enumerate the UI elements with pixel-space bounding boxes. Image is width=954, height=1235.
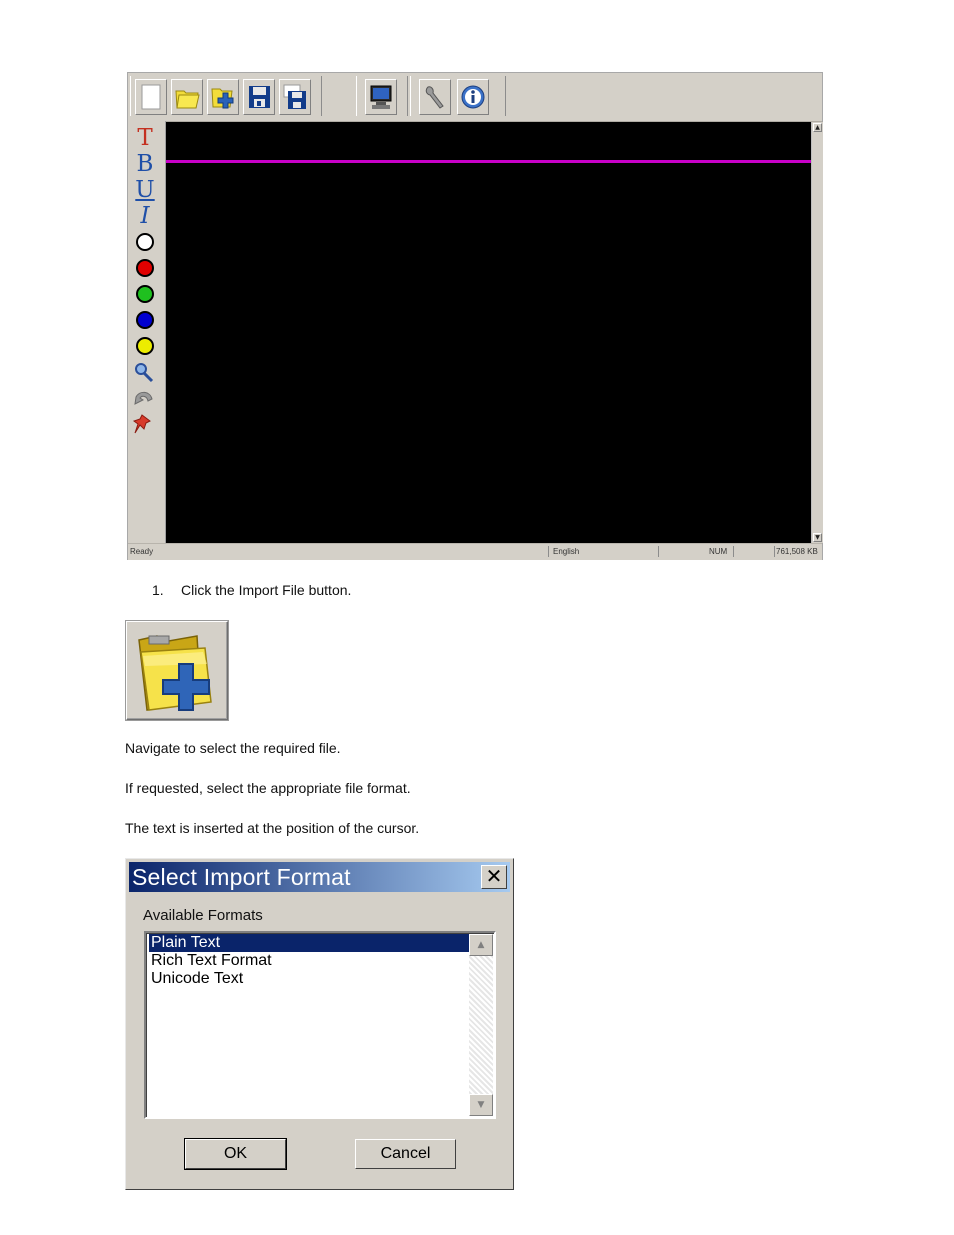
save-button[interactable] (243, 79, 275, 115)
green-color-icon (136, 285, 154, 303)
instruction-navigate: Navigate to select the required file. (125, 740, 341, 756)
monitor-icon (370, 85, 392, 109)
new-document-icon (141, 84, 161, 110)
step-text: Click the Import File button. (181, 582, 352, 598)
text-style-button[interactable]: T (132, 125, 158, 151)
status-language: English (553, 547, 580, 556)
formatting-toolbar: T B U I (128, 121, 166, 543)
format-option-unicode-text[interactable]: Unicode Text (149, 970, 471, 988)
formats-listbox[interactable]: Plain Text Rich Text Format Unicode Text… (144, 931, 496, 1119)
vertical-scrollbar[interactable]: ▲ ▼ (811, 122, 823, 543)
info-icon (461, 85, 485, 109)
status-state: Ready (130, 547, 154, 556)
pin-icon (132, 414, 151, 434)
available-formats-label: Available Formats (143, 907, 263, 924)
format-option-plain-text[interactable]: Plain Text (149, 934, 471, 952)
import-file-icon (138, 635, 212, 711)
undo-button[interactable] (132, 387, 158, 411)
close-button[interactable]: ✕ (481, 865, 507, 889)
toolbar (128, 73, 822, 122)
scroll-up-arrow-icon[interactable]: ▲ (813, 123, 822, 132)
status-divider (774, 546, 775, 557)
info-button[interactable] (457, 79, 489, 115)
status-num: NUM (709, 547, 728, 556)
underline-icon: U (135, 177, 155, 203)
find-replace-icon (135, 363, 154, 383)
save-as-button[interactable] (279, 79, 311, 115)
status-divider (733, 546, 734, 557)
find-replace-button[interactable] (132, 361, 158, 385)
import-file-button[interactable] (207, 79, 239, 115)
scroll-down-icon[interactable]: ▼ (469, 1094, 493, 1116)
pin-button[interactable] (132, 413, 158, 437)
settings-button[interactable] (419, 79, 451, 115)
yellow-color-icon (136, 337, 154, 355)
wrench-icon (425, 86, 444, 109)
blue-color-button[interactable] (132, 309, 158, 333)
open-file-button[interactable] (171, 79, 203, 115)
toolbar-tools-group (410, 76, 506, 116)
close-icon: ✕ (485, 864, 503, 888)
italic-button[interactable]: I (132, 203, 158, 229)
dialog-title: Select Import Format (132, 864, 351, 890)
step-number: 1. (152, 582, 164, 598)
scroll-up-icon[interactable]: ▲ (469, 934, 493, 956)
text-style-icon: T (137, 125, 153, 151)
bold-button[interactable]: B (132, 151, 158, 177)
toolbar-file-group (130, 76, 322, 116)
new-document-button[interactable] (135, 79, 167, 115)
status-bar: Ready English NUM 761,508 KB (128, 543, 822, 560)
instruction-format: If requested, select the appropriate fil… (125, 780, 411, 796)
status-memory: 761,508 KB (776, 547, 818, 556)
format-option-rich-text[interactable]: Rich Text Format (149, 952, 471, 970)
app-window: T B U I ▲ ▼ Ready English NUM 761,508 KB (127, 72, 823, 560)
open-folder-icon (175, 90, 200, 109)
import-file-icon (211, 88, 234, 109)
save-as-icon (283, 84, 306, 109)
text-canvas[interactable] (166, 122, 811, 543)
italic-icon: I (140, 203, 150, 229)
toolbar-view-group (356, 76, 408, 116)
import-format-dialog: Select Import Format ✕ Available Formats… (125, 858, 514, 1190)
cursor-line (166, 160, 811, 163)
listbox-scrollbar[interactable]: ▲ ▼ (469, 934, 493, 1116)
blue-color-icon (136, 311, 154, 329)
scroll-down-arrow-icon[interactable]: ▼ (813, 533, 822, 542)
cancel-button[interactable]: Cancel (355, 1139, 456, 1169)
status-divider (658, 546, 659, 557)
save-icon (249, 86, 270, 108)
dialog-titlebar[interactable]: Select Import Format ✕ (129, 862, 510, 892)
green-color-button[interactable] (132, 283, 158, 307)
instruction-inserted: The text is inserted at the position of … (125, 820, 420, 836)
ok-button[interactable]: OK (184, 1138, 287, 1170)
import-file-button-enlarged (126, 621, 228, 720)
yellow-color-button[interactable] (132, 335, 158, 359)
red-color-button[interactable] (132, 257, 158, 281)
white-color-button[interactable] (132, 231, 158, 255)
white-color-icon (136, 233, 154, 251)
bold-icon: B (136, 151, 154, 177)
status-divider (548, 546, 549, 557)
underline-button[interactable]: U (132, 177, 158, 203)
display-button[interactable] (365, 79, 397, 115)
undo-icon (134, 391, 153, 405)
red-color-icon (136, 259, 154, 277)
